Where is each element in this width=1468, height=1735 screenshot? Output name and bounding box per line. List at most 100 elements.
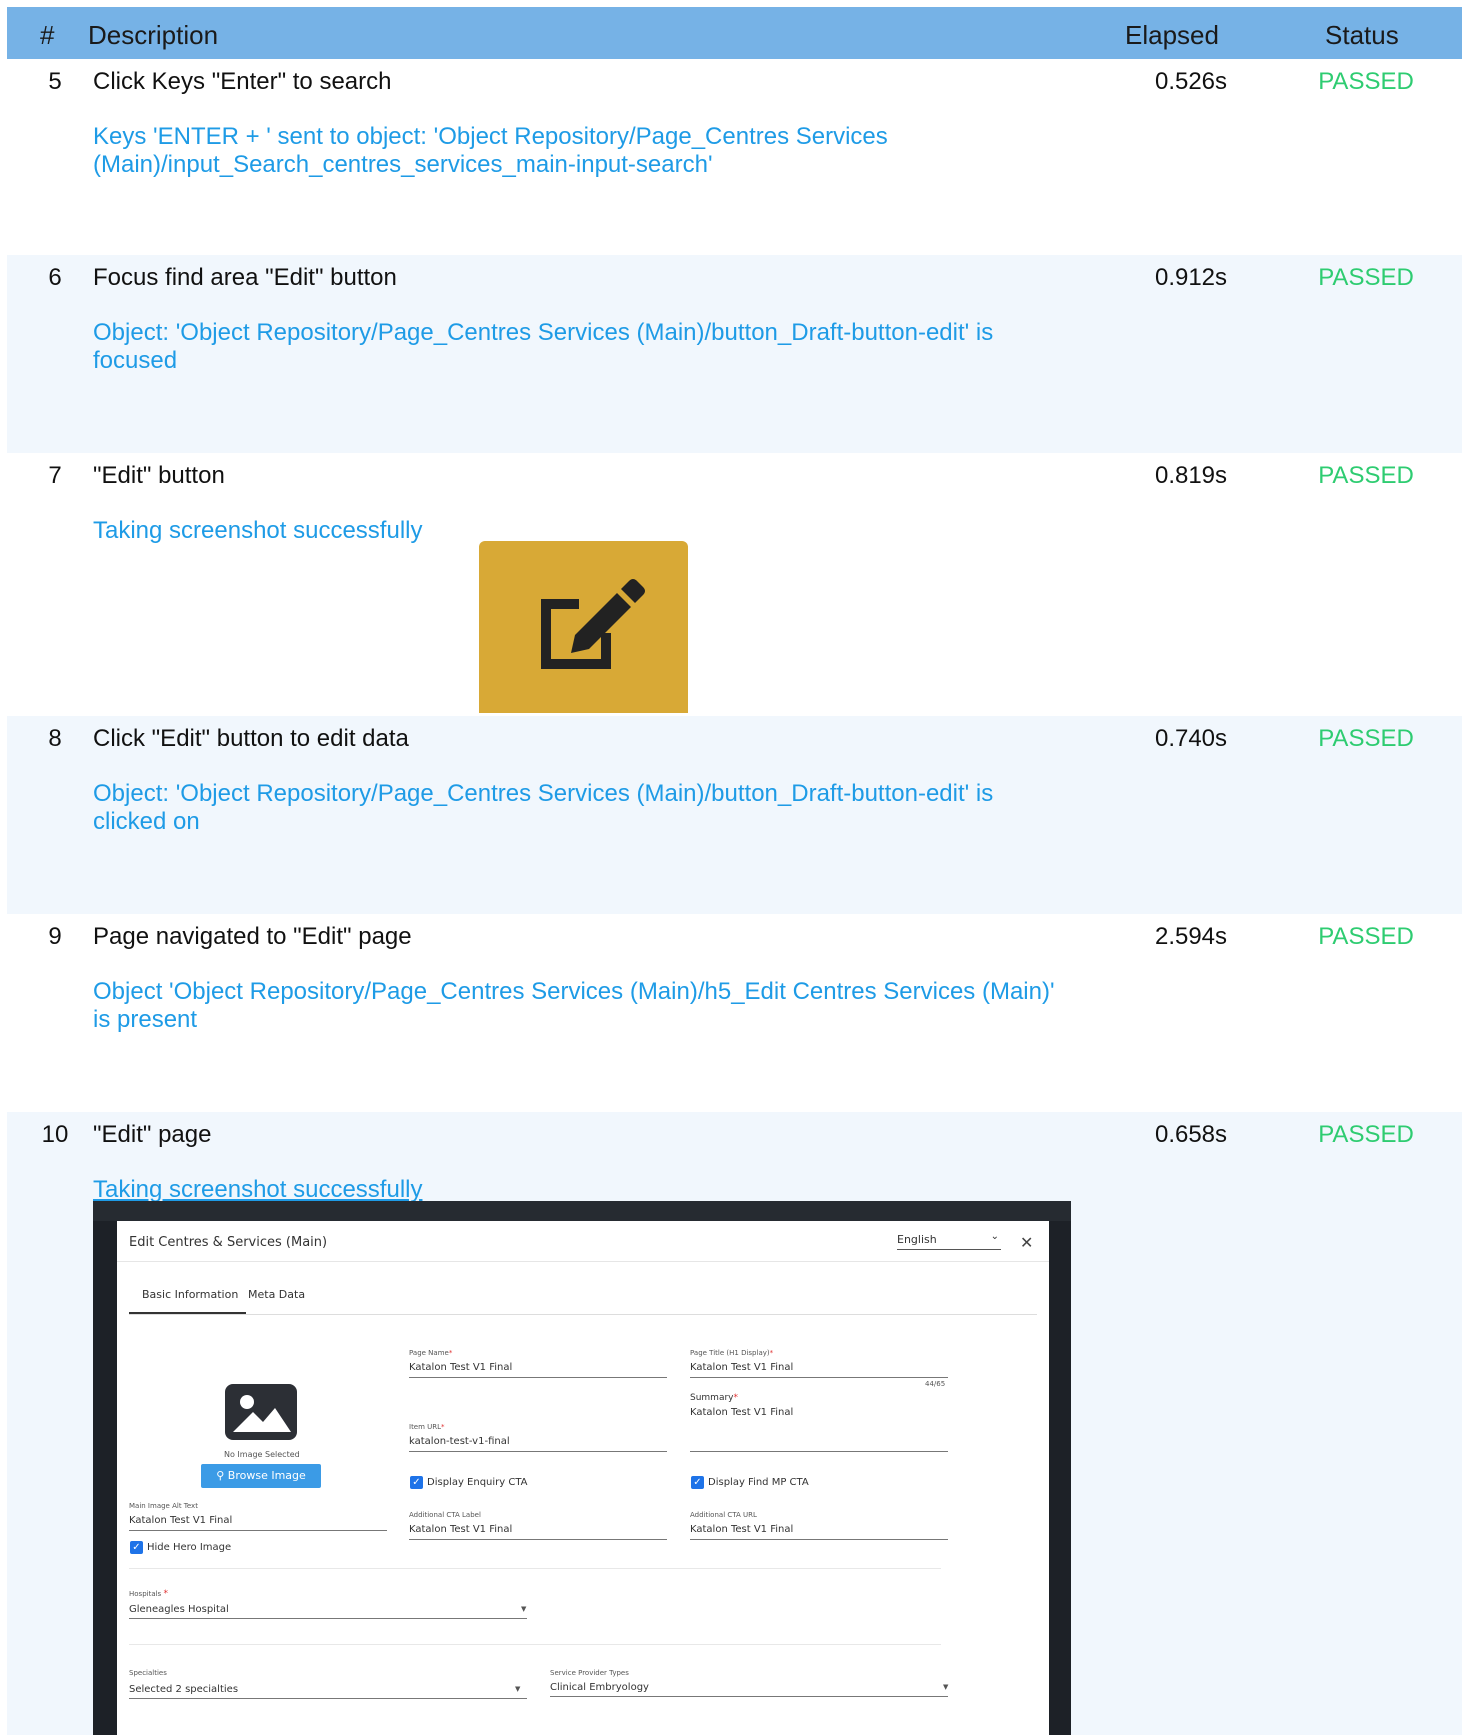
specialties-select[interactable]: Selected 2 specialties (129, 1684, 238, 1695)
image-placeholder-icon (225, 1384, 297, 1440)
header-elapsed: Elapsed (1125, 20, 1219, 50)
step-number: 9 (48, 923, 62, 950)
step-message: Keys 'ENTER + ' sent to object: 'Object … (93, 123, 888, 178)
step-number: 10 (41, 1121, 69, 1148)
summary-textarea[interactable]: Katalon Test V1 Final (690, 1407, 793, 1418)
step-status: PASSED (1318, 1121, 1414, 1148)
additional-cta-label-input[interactable]: Katalon Test V1 Final (409, 1524, 512, 1535)
step-status: PASSED (1318, 923, 1414, 950)
step-status: PASSED (1318, 68, 1414, 95)
step-status: PASSED (1318, 462, 1414, 489)
header-status: Status (1325, 20, 1399, 50)
hide-hero-image-checkbox[interactable]: ✓ (130, 1541, 143, 1554)
step-description: Focus find area "Edit" button (93, 264, 397, 291)
step-row: 7 "Edit" button 0.819s PASSED Taking scr… (7, 453, 1462, 713)
step-description: Click Keys "Enter" to search (93, 68, 392, 95)
language-select[interactable]: English ⌄ (897, 1231, 1001, 1250)
hospitals-select[interactable]: Gleneagles Hospital (129, 1604, 229, 1615)
edit-button-screenshot (479, 541, 688, 713)
additional-cta-url-label: Additional CTA URL (690, 1511, 757, 1519)
step-status: PASSED (1318, 264, 1414, 291)
close-icon[interactable]: ✕ (1020, 1233, 1033, 1252)
divider (129, 1568, 941, 1569)
step-description: "Edit" page (93, 1121, 212, 1148)
page-title-label: Page Title (H1 Display)* (690, 1349, 774, 1357)
field-underline (409, 1377, 667, 1378)
hide-hero-image-label: Hide Hero Image (147, 1542, 232, 1553)
step-number: 8 (48, 725, 62, 752)
step-description: Click "Edit" button to edit data (93, 725, 409, 752)
no-image-text: No Image Selected (224, 1450, 300, 1459)
step-elapsed: 0.526s (1154, 68, 1228, 95)
field-underline (550, 1696, 948, 1697)
language-value: English (897, 1233, 937, 1246)
service-provider-types-select[interactable]: Clinical Embryology (550, 1682, 649, 1693)
field-underline (690, 1377, 948, 1378)
field-underline (129, 1530, 387, 1531)
step-message: Object 'Object Repository/Page_Centres S… (93, 978, 1055, 1033)
caret-down-icon: ▼ (943, 1683, 949, 1691)
item-url-input[interactable]: katalon-test-v1-final (409, 1436, 510, 1447)
page-title-input[interactable]: Katalon Test V1 Final (690, 1362, 793, 1373)
additional-cta-label-label: Additional CTA Label (409, 1511, 481, 1519)
caret-down-icon: ▼ (521, 1605, 527, 1613)
hospitals-label: Hospitals * (129, 1589, 168, 1599)
step-number: 5 (48, 68, 62, 95)
field-underline (690, 1451, 948, 1452)
step-number: 7 (48, 462, 62, 489)
divider (129, 1644, 941, 1645)
step-message: Object: 'Object Repository/Page_Centres … (93, 319, 994, 374)
table-header: # Description Elapsed Status (7, 7, 1462, 59)
edit-modal: Edit Centres & Services (Main) English ⌄… (117, 1221, 1049, 1735)
page-name-input[interactable]: Katalon Test V1 Final (409, 1362, 512, 1373)
step-message: Taking screenshot successfully (93, 1176, 423, 1203)
step-elapsed: 0.740s (1154, 725, 1228, 752)
browse-image-button[interactable]: ⚲ Browse Image (201, 1464, 321, 1488)
step-message: Object: 'Object Repository/Page_Centres … (93, 780, 994, 835)
step-row: 6 Focus find area "Edit" button 0.912s P… (7, 255, 1462, 453)
display-find-mp-cta-checkbox[interactable]: ✓ (691, 1476, 704, 1489)
service-provider-types-label: Service Provider Types (550, 1669, 629, 1677)
field-underline (129, 1698, 527, 1699)
step-elapsed: 0.658s (1154, 1121, 1228, 1148)
field-underline (409, 1539, 667, 1540)
modal-title: Edit Centres & Services (Main) (129, 1235, 328, 1250)
step-elapsed: 2.594s (1154, 923, 1228, 950)
divider (117, 1261, 1049, 1262)
step-row: 9 Page navigated to "Edit" page 2.594s P… (7, 914, 1462, 1112)
divider (129, 1314, 1037, 1315)
step-elapsed: 0.912s (1154, 264, 1228, 291)
specialties-label: Specialties (129, 1669, 167, 1677)
chevron-down-icon: ⌄ (990, 1231, 999, 1242)
field-underline (409, 1451, 667, 1452)
step-description: "Edit" button (93, 462, 225, 489)
display-find-mp-cta-label: Display Find MP CTA (708, 1477, 809, 1488)
display-enquiry-cta-label: Display Enquiry CTA (427, 1477, 528, 1488)
tab-meta-data[interactable]: Meta Data (248, 1288, 305, 1301)
search-icon: ⚲ (216, 1469, 225, 1482)
field-underline (690, 1539, 948, 1540)
summary-label: Summary* (690, 1393, 738, 1403)
edit-page-screenshot: Edit Centres & Services (Main) English ⌄… (93, 1201, 1071, 1735)
header-num: # (40, 20, 55, 50)
step-status: PASSED (1318, 725, 1414, 752)
step-row: 8 Click "Edit" button to edit data 0.740… (7, 716, 1462, 914)
browse-image-label: Browse Image (227, 1469, 306, 1482)
main-image-alt-input[interactable]: Katalon Test V1 Final (129, 1515, 232, 1526)
item-url-label: Item URL* (409, 1423, 445, 1431)
caret-down-icon: ▼ (515, 1685, 521, 1693)
step-elapsed: 0.819s (1154, 462, 1228, 489)
step-row: 5 Click Keys "Enter" to search 0.526s PA… (7, 59, 1462, 255)
page-title-counter: 44/65 (925, 1380, 946, 1388)
main-image-alt-label: Main Image Alt Text (129, 1502, 198, 1510)
edit-icon (541, 579, 645, 669)
additional-cta-url-input[interactable]: Katalon Test V1 Final (690, 1524, 793, 1535)
page-name-label: Page Name* (409, 1349, 453, 1357)
field-underline (129, 1618, 527, 1619)
display-enquiry-cta-checkbox[interactable]: ✓ (410, 1476, 423, 1489)
step-number: 6 (48, 264, 62, 291)
header-description: Description (88, 20, 219, 50)
step-description: Page navigated to "Edit" page (93, 923, 412, 950)
background-app-bar (93, 1201, 1071, 1221)
tab-basic-information[interactable]: Basic Information (142, 1288, 238, 1301)
